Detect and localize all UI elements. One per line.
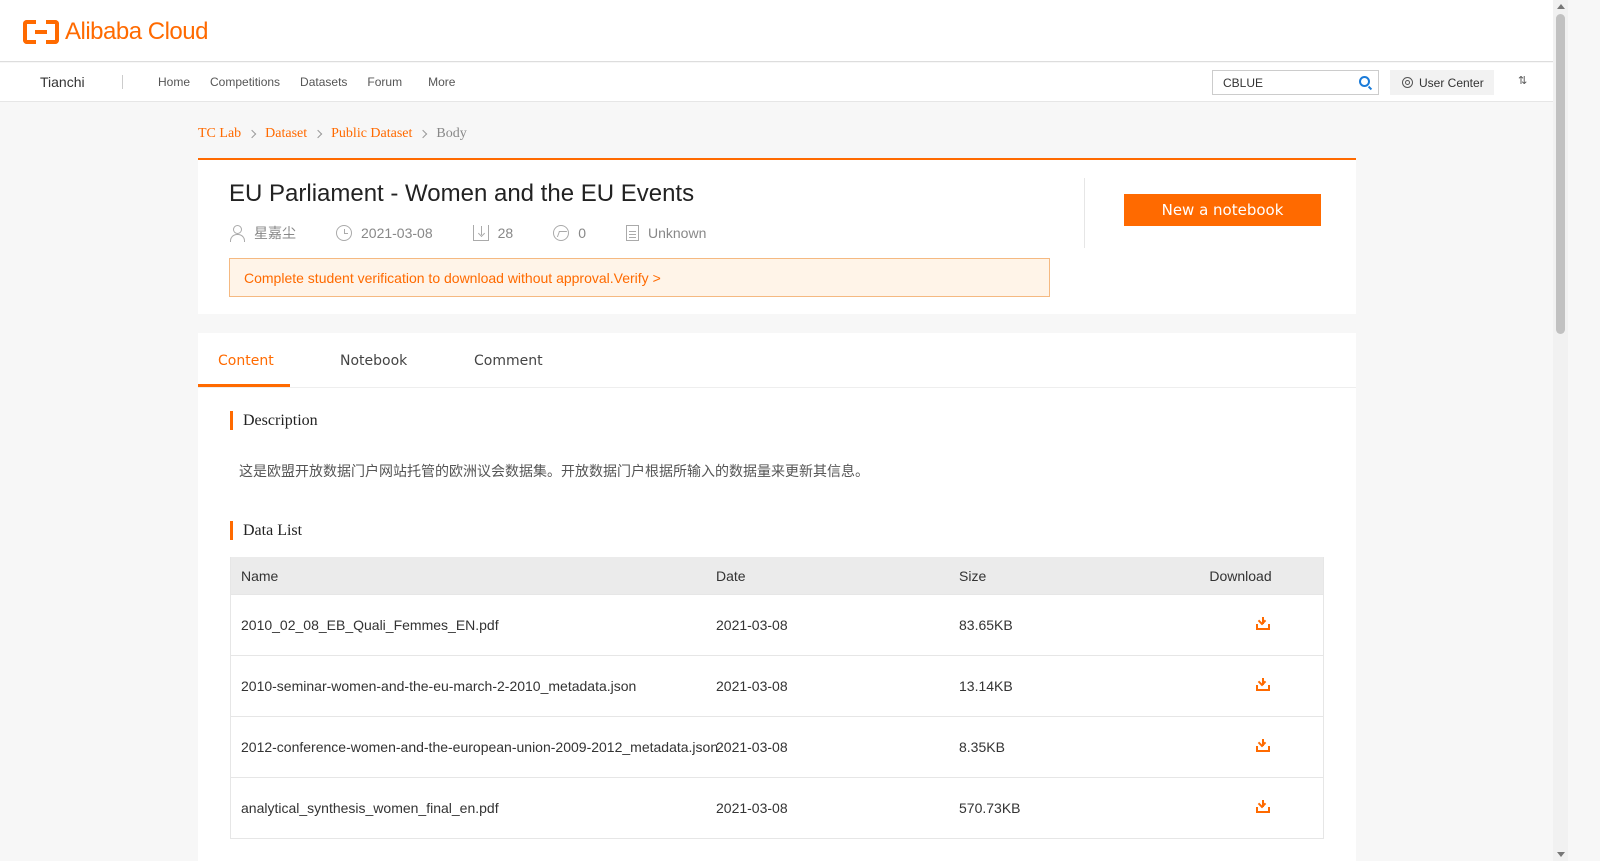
download-icon[interactable] [1255, 800, 1270, 813]
user-center-button[interactable]: User Center [1390, 70, 1494, 95]
chevron-right-icon [419, 129, 428, 139]
breadcrumb-tc-lab[interactable]: TC Lab [198, 126, 241, 142]
chevron-right-icon [247, 129, 257, 139]
file-size: 83.65KB [959, 617, 1013, 633]
description-heading: Description [230, 411, 318, 430]
table-row: 2010_02_08_EB_Quali_Femmes_EN.pdf 2021-0… [231, 594, 1323, 655]
file-size: 13.14KB [959, 678, 1013, 694]
nav-links: Home Competitions Datasets Forum More [158, 75, 455, 89]
tab-content[interactable]: Content [218, 353, 274, 369]
user-icon [1402, 77, 1413, 88]
meta-date: 2021-03-08 [336, 225, 433, 241]
nav-link-competitions[interactable]: Competitions [210, 75, 280, 89]
meta-downloads: 28 [472, 225, 514, 241]
search-box [1212, 70, 1379, 95]
file-name: 2010-seminar-women-and-the-eu-march-2-20… [241, 678, 637, 694]
search-input[interactable] [1213, 71, 1348, 94]
nav-link-datasets[interactable]: Datasets [300, 75, 347, 89]
share-icon [553, 225, 570, 241]
search-icon[interactable] [1359, 76, 1370, 87]
nav-link-more[interactable]: More [428, 75, 455, 89]
breadcrumb-public-dataset[interactable]: Public Dataset [331, 126, 412, 142]
nav-divider [122, 75, 123, 89]
table-row: analytical_synthesis_women_final_en.pdf … [231, 777, 1323, 838]
download-icon[interactable] [1255, 678, 1270, 691]
download-icon[interactable] [1255, 739, 1270, 752]
description-text: 这是欧盟开放数据门户网站托管的欧洲议会数据集。开放数据门户根据所输入的数据量来更… [239, 463, 869, 479]
scroll-up-arrow-icon[interactable] [1557, 4, 1565, 9]
verify-banner-text[interactable]: Complete student verification to downloa… [244, 270, 661, 286]
meta-license: Unknown [626, 225, 706, 241]
file-size: 8.35KB [959, 739, 1005, 755]
tab-comment[interactable]: Comment [474, 353, 543, 369]
share-count: 0 [578, 225, 586, 241]
file-name: 2012-conference-women-and-the-european-u… [241, 739, 719, 755]
file-icon [626, 225, 639, 241]
file-name: 2010_02_08_EB_Quali_Femmes_EN.pdf [241, 617, 499, 633]
column-header-date: Date [716, 567, 746, 584]
publish-date: 2021-03-08 [361, 225, 433, 241]
alibaba-cloud-logo[interactable]: Alibaba Cloud [23, 18, 208, 46]
new-notebook-button[interactable]: New a notebook [1124, 194, 1321, 226]
chevron-right-icon [313, 129, 323, 139]
user-center-label: User Center [1419, 75, 1484, 90]
page-scrollbar[interactable] [1553, 0, 1568, 861]
active-tab-indicator [198, 384, 290, 387]
table-row: 2010-seminar-women-and-the-eu-march-2-20… [231, 655, 1323, 716]
nav-link-home[interactable]: Home [158, 75, 190, 89]
dataset-header-card: EU Parliament - Women and the EU Events … [198, 158, 1356, 314]
file-name: analytical_synthesis_women_final_en.pdf [241, 800, 499, 816]
page-title: EU Parliament - Women and the EU Events [229, 180, 695, 207]
tab-notebook[interactable]: Notebook [340, 353, 407, 369]
data-list-table: Name Date Size Download 2010_02_08_EB_Qu… [230, 557, 1324, 839]
author-name: 星嘉尘 [254, 225, 296, 241]
file-date: 2021-03-08 [716, 678, 788, 694]
nav-link-forum[interactable]: Forum [367, 75, 402, 89]
breadcrumb-dataset[interactable]: Dataset [265, 126, 307, 142]
download-icon [472, 225, 489, 241]
column-header-size: Size [959, 567, 987, 584]
data-list-heading: Data List [230, 521, 302, 540]
tab-bar: Content Notebook Comment [198, 333, 1356, 388]
logo-text: Alibaba Cloud [65, 18, 208, 45]
meta-author: 星嘉尘 [229, 223, 296, 243]
download-count: 28 [497, 225, 514, 241]
column-header-name: Name [241, 567, 279, 584]
table-row: 2012-conference-women-and-the-european-u… [231, 716, 1323, 777]
table-header: Name Date Size Download [231, 557, 1323, 594]
file-date: 2021-03-08 [716, 617, 788, 633]
header-divider [1084, 178, 1085, 248]
brand-bar: Alibaba Cloud [0, 0, 1553, 62]
student-verify-banner[interactable]: Complete student verification to downloa… [229, 258, 1050, 297]
clock-icon [336, 225, 352, 241]
scroll-down-arrow-icon[interactable] [1557, 852, 1565, 857]
nav-brand-tianchi[interactable]: Tianchi [40, 74, 85, 90]
file-size: 570.73KB [959, 800, 1021, 816]
top-nav: Tianchi Home Competitions Datasets Forum… [0, 63, 1553, 102]
breadcrumb: TC Lab Dataset Public Dataset Body [198, 126, 467, 142]
download-icon[interactable] [1255, 617, 1270, 630]
meta-shares: 0 [553, 225, 586, 241]
content-card: Content Notebook Comment Description 这是欧… [198, 333, 1356, 861]
license-value: Unknown [648, 225, 707, 241]
file-date: 2021-03-08 [716, 800, 788, 816]
column-header-download: Download [1209, 567, 1272, 584]
logo-mark-icon [23, 20, 59, 44]
scroll-thumb[interactable] [1556, 14, 1565, 334]
breadcrumb-current: Body [436, 126, 467, 141]
switch-icon[interactable]: ⇅ [1518, 76, 1529, 87]
dataset-meta: 星嘉尘 2021-03-08 28 0 Unknown [229, 223, 746, 243]
person-icon [229, 225, 245, 242]
file-date: 2021-03-08 [716, 739, 788, 755]
